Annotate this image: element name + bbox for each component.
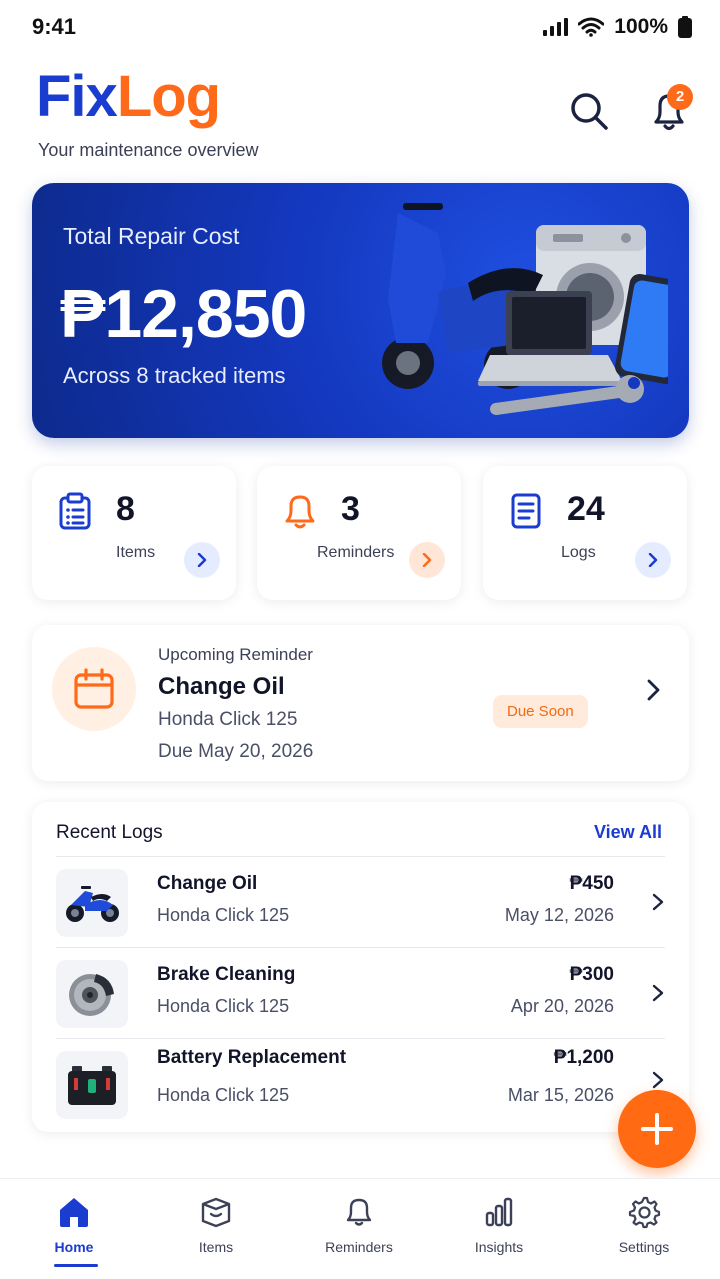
chevron-right-icon — [648, 553, 658, 567]
wifi-icon — [578, 17, 605, 37]
reminder-title: Change Oil — [158, 673, 285, 700]
page-subtitle: Your maintenance overview — [38, 140, 259, 160]
due-soon-badge: Due Soon — [493, 695, 588, 728]
notification-badge: 2 — [667, 84, 693, 110]
stat-logs-arrow-button[interactable] — [635, 542, 671, 578]
stat-card-items[interactable]: 8 Items — [32, 466, 236, 600]
nav-items[interactable]: Items — [144, 1179, 288, 1279]
motorcycle-icon — [66, 886, 119, 922]
battery-percent: 100% — [614, 15, 668, 38]
log-amount: ₱1,200 — [553, 1047, 614, 1068]
chevron-right-icon — [197, 553, 207, 567]
stat-card-logs[interactable]: 24 Logs — [483, 466, 687, 600]
log-date: Mar 15, 2026 — [507, 1085, 614, 1105]
log-vehicle: Honda Click 125 — [157, 1085, 290, 1105]
log-amount: ₱450 — [569, 873, 614, 894]
hero-label: Total Repair Cost — [63, 223, 240, 249]
status-time: 9:41 — [32, 14, 77, 39]
reminder-vehicle: Honda Click 125 — [158, 709, 298, 730]
gear-icon — [628, 1196, 661, 1229]
brand-part-2: Log — [116, 64, 221, 129]
nav-items-label: Items — [198, 1239, 234, 1255]
stat-logs-count: 24 — [567, 490, 605, 528]
active-tab-indicator — [54, 1264, 98, 1267]
bar-chart-icon — [485, 1197, 513, 1227]
nav-home[interactable]: Home — [2, 1179, 146, 1279]
chevron-right-icon — [652, 893, 664, 911]
devices-illustration — [382, 203, 668, 415]
log-name: Brake Cleaning — [157, 964, 296, 985]
stat-items-arrow-button[interactable] — [184, 542, 220, 578]
plus-icon — [641, 1113, 673, 1145]
stat-items-count: 8 — [116, 490, 135, 528]
stat-reminders-count: 3 — [341, 490, 360, 528]
stat-logs-label: Logs — [561, 544, 596, 561]
nav-home-label: Home — [54, 1239, 94, 1255]
document-icon — [511, 493, 541, 529]
calendar-icon — [74, 668, 114, 709]
nav-reminders-label: Reminders — [325, 1239, 393, 1255]
total-repair-cost-card: Total Repair Cost ₱12,850 Across 8 track… — [32, 183, 689, 438]
log-row[interactable]: Change Oil Honda Click 125 ₱450 May 12, … — [32, 857, 689, 947]
chevron-right-icon — [652, 984, 664, 1002]
signal-icon — [543, 18, 569, 36]
log-thumbnail — [56, 1051, 128, 1119]
reminder-caption: Upcoming Reminder — [158, 645, 313, 664]
box-icon — [201, 1197, 231, 1228]
add-log-button[interactable] — [618, 1090, 696, 1168]
clipboard-icon — [59, 492, 91, 530]
upcoming-reminder-card[interactable]: Upcoming Reminder Change Oil Honda Click… — [32, 625, 689, 781]
log-row[interactable]: Battery Replacement Honda Click 125 ₱1,2… — [32, 1039, 689, 1129]
bottom-navigation: Home Items Reminders Insights Settings — [0, 1178, 720, 1279]
brand-part-1: Fix — [36, 64, 118, 129]
nav-insights-label: Insights — [474, 1239, 524, 1255]
chevron-right-icon — [422, 553, 432, 567]
recent-logs-card: Recent Logs View All Change Oil Honda Cl… — [32, 802, 689, 1132]
reminder-due-date: Due May 20, 2026 — [158, 741, 314, 762]
nav-insights[interactable]: Insights — [427, 1179, 571, 1279]
hero-total-value: ₱12,850 — [60, 276, 307, 352]
log-date: Apr 20, 2026 — [510, 996, 614, 1016]
log-name: Change Oil — [157, 873, 258, 894]
view-all-link[interactable]: View All — [594, 822, 662, 843]
log-name: Battery Replacement — [157, 1047, 347, 1068]
stat-reminders-label: Reminders — [317, 544, 395, 561]
stat-card-reminders[interactable]: 3 Reminders — [257, 466, 461, 600]
log-vehicle: Honda Click 125 — [157, 996, 290, 1016]
app-logo: FixLog — [36, 68, 221, 126]
search-icon[interactable] — [568, 90, 610, 132]
chevron-right-icon — [652, 1071, 664, 1089]
stat-items-label: Items — [116, 544, 156, 561]
recent-logs-title: Recent Logs — [56, 822, 163, 843]
bell-icon — [346, 1198, 372, 1226]
log-date: May 12, 2026 — [504, 905, 614, 925]
brake-disc-icon — [69, 974, 114, 1016]
nav-settings-label: Settings — [618, 1239, 670, 1255]
status-bar: 9:41 100% — [0, 0, 720, 56]
bell-icon — [285, 495, 315, 529]
nav-settings[interactable]: Settings — [572, 1179, 716, 1279]
reminder-icon-circle — [52, 647, 136, 731]
battery-icon — [68, 1066, 116, 1105]
hero-subtitle: Across 8 tracked items — [63, 363, 286, 388]
status-indicators: 100% — [542, 15, 692, 39]
log-thumbnail — [56, 960, 128, 1028]
chevron-right-icon — [647, 679, 660, 701]
log-vehicle: Honda Click 125 — [157, 905, 290, 925]
log-thumbnail — [56, 869, 128, 937]
stat-reminders-arrow-button[interactable] — [409, 542, 445, 578]
log-amount: ₱300 — [569, 964, 614, 985]
battery-icon — [678, 16, 692, 38]
home-icon — [60, 1198, 88, 1227]
nav-reminders[interactable]: Reminders — [287, 1179, 431, 1279]
log-row[interactable]: Brake Cleaning Honda Click 125 ₱300 Apr … — [32, 948, 689, 1038]
